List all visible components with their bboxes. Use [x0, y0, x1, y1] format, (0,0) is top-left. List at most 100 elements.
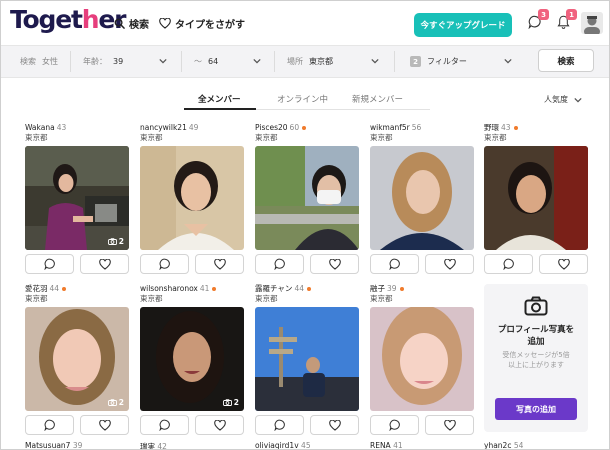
member-card[interactable]: Pisces20 60 東京都: [255, 123, 359, 274]
nav-search-label: 検索: [129, 20, 149, 31]
member-photo[interactable]: 2: [25, 146, 129, 250]
member-photo[interactable]: 2: [140, 307, 244, 411]
like-button[interactable]: [425, 415, 474, 435]
nav-type-link[interactable]: タイプをさがす: [159, 16, 245, 31]
gender-filter[interactable]: 検索 女性: [20, 46, 58, 77]
member-card[interactable]: 露羅チャン 44 東京都: [255, 284, 359, 435]
search-button[interactable]: 検索: [538, 49, 594, 72]
like-button[interactable]: [80, 254, 129, 274]
more-filters-button[interactable]: 2 フィルター: [410, 46, 467, 77]
member-photo[interactable]: [370, 146, 474, 250]
member-photo[interactable]: 2: [25, 307, 129, 411]
chevron-down-icon: [253, 58, 261, 64]
like-button[interactable]: [539, 254, 588, 274]
member-name[interactable]: 露羅チャン 44: [255, 284, 359, 294]
member-name[interactable]: yhan2c 54: [484, 441, 523, 449]
member-photo[interactable]: [255, 146, 359, 250]
message-button[interactable]: [255, 415, 304, 435]
member-card[interactable]: 野環 43 東京都: [484, 123, 588, 274]
chat-bubble-icon: [273, 258, 285, 270]
tab-new-members[interactable]: 新規メンバー: [352, 93, 403, 105]
member-photo[interactable]: [255, 307, 359, 411]
member-name[interactable]: wilsonsharonox 41: [140, 284, 244, 294]
tab-online[interactable]: オンライン中: [277, 93, 328, 105]
member-card[interactable]: nancywilk21 49 東京都: [140, 123, 244, 274]
message-button[interactable]: [140, 415, 189, 435]
chevron-down-icon: [371, 58, 379, 64]
member-name[interactable]: Wakana 43: [25, 123, 129, 133]
nav-search-link[interactable]: 検索: [114, 16, 149, 31]
camera-icon: [107, 238, 117, 245]
like-button[interactable]: [310, 254, 359, 274]
member-photo[interactable]: [140, 146, 244, 250]
member-photo[interactable]: [484, 146, 588, 250]
member-location: 東京都: [255, 294, 278, 303]
age-max-select[interactable]: 〜 64: [194, 46, 218, 77]
member-location: 東京都: [140, 133, 163, 142]
chat-bubble-icon: [43, 258, 55, 270]
message-button[interactable]: [25, 254, 74, 274]
gender-filter-label: 検索: [20, 57, 36, 66]
member-name[interactable]: 愛花羽 44: [25, 284, 129, 294]
message-button[interactable]: [370, 254, 419, 274]
member-card[interactable]: wilsonsharonox 41 東京都 2: [140, 284, 244, 435]
age-min-select[interactable]: 年齢： 39: [83, 46, 123, 77]
together-logo[interactable]: Together: [10, 5, 126, 34]
message-button[interactable]: [140, 254, 189, 274]
online-indicator: [513, 126, 518, 130]
heart-icon: [443, 258, 456, 270]
member-name[interactable]: RENA 41: [370, 441, 403, 449]
member-location: 東京都: [370, 294, 393, 303]
upgrade-button[interactable]: 今すぐアップグレード: [414, 13, 512, 37]
online-indicator: [212, 287, 217, 291]
divider: [394, 51, 395, 72]
chevron-down-icon: [159, 58, 167, 64]
online-indicator: [302, 126, 307, 130]
member-location: 東京都: [255, 133, 278, 142]
like-button[interactable]: [425, 254, 474, 274]
message-button[interactable]: [370, 415, 419, 435]
member-name[interactable]: nancywilk21 49: [140, 123, 244, 133]
tab-all-members[interactable]: 全メンバー: [198, 93, 241, 105]
member-card[interactable]: wikmanf5r 56 東京都: [370, 123, 474, 274]
member-photo[interactable]: [370, 307, 474, 411]
member-name[interactable]: oliviaqird1v 45: [255, 441, 311, 449]
notifications-badge: 1: [566, 9, 577, 20]
divider: [181, 51, 182, 72]
member-tabs: 全メンバー オンライン中 新規メンバー: [184, 93, 430, 111]
member-name[interactable]: Pisces20 60: [255, 123, 359, 133]
like-button[interactable]: [80, 415, 129, 435]
camera-icon: [107, 399, 117, 406]
promo-title: プロフィール写真を 追加: [497, 325, 575, 347]
sort-select[interactable]: 人気度: [544, 94, 582, 105]
member-name[interactable]: 融子 39: [370, 284, 474, 294]
member-name[interactable]: 野環 43: [484, 123, 588, 133]
member-name[interactable]: 瑞実 42: [140, 441, 167, 449]
filter-count-badge: 2: [410, 56, 421, 67]
member-card[interactable]: 融子 39 東京都: [370, 284, 474, 435]
like-button[interactable]: [310, 415, 359, 435]
chat-bubble-icon: [273, 419, 285, 431]
member-card[interactable]: 愛花羽 44 東京都 2: [25, 284, 129, 435]
member-name[interactable]: Matsusuan7 39: [25, 441, 82, 449]
member-card[interactable]: Wakana 43 東京都 2: [25, 123, 129, 274]
app-window: Together 検索 タイプをさがす 今すぐアップグレード 3 1 検索 女性: [0, 0, 610, 450]
add-photo-button[interactable]: 写真の追加: [495, 398, 577, 420]
messages-button[interactable]: 3: [528, 9, 549, 33]
chat-bubble-icon: [388, 258, 400, 270]
heart-icon: [213, 258, 226, 270]
message-button[interactable]: [25, 415, 74, 435]
message-button[interactable]: [255, 254, 304, 274]
location-select[interactable]: 場所 東京都: [287, 46, 333, 77]
member-location: 東京都: [140, 294, 163, 303]
user-avatar[interactable]: [581, 12, 603, 34]
photo-count: 2: [107, 237, 124, 246]
member-name[interactable]: wikmanf5r 56: [370, 123, 474, 133]
message-button[interactable]: [484, 254, 533, 274]
camera-icon: [222, 399, 232, 406]
filter-label: フィルター: [427, 57, 467, 66]
chat-bubble-icon: [158, 258, 170, 270]
like-button[interactable]: [195, 415, 244, 435]
notifications-button[interactable]: 1: [557, 9, 577, 33]
like-button[interactable]: [195, 254, 244, 274]
